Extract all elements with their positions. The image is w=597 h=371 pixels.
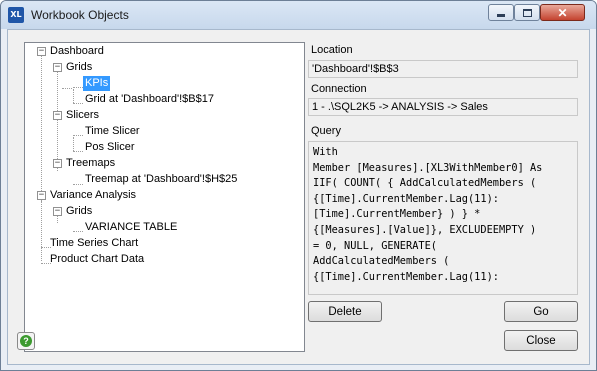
tree-connector	[73, 135, 83, 136]
tree-node-product-chart-data[interactable]: Product Chart Data	[50, 252, 144, 267]
tree-connector	[73, 137, 74, 151]
tree-connector	[73, 184, 83, 185]
tree-node-variance-table[interactable]: VARIANCE TABLE	[85, 220, 177, 235]
window-title: Workbook Objects	[31, 8, 129, 22]
go-button[interactable]: Go	[504, 301, 578, 322]
tree-connector	[62, 88, 72, 89]
collapse-icon[interactable]: −	[37, 47, 46, 56]
collapse-icon[interactable]: −	[53, 63, 62, 72]
tree-node-treemaps[interactable]: Treemaps	[66, 156, 115, 171]
location-label: Location	[311, 44, 353, 56]
tree-connector	[73, 103, 83, 104]
delete-button[interactable]: Delete	[308, 301, 382, 322]
help-button[interactable]: ?	[17, 332, 35, 350]
collapse-icon[interactable]: −	[53, 111, 62, 120]
tree-node-dashboard[interactable]: Dashboard	[50, 44, 104, 59]
tree-node-grids[interactable]: Grids	[66, 60, 92, 75]
tree-connector	[73, 151, 83, 152]
dialog-body: − Dashboard − Grids KPIs Grid at 'Dashbo…	[7, 29, 590, 365]
tree-connector	[57, 72, 58, 171]
maximize-button[interactable]	[514, 4, 540, 21]
tree-node-variance-analysis[interactable]: Variance Analysis	[50, 188, 136, 203]
objects-tree-view[interactable]: − Dashboard − Grids KPIs Grid at 'Dashbo…	[24, 42, 305, 352]
help-icon: ?	[20, 335, 32, 347]
connection-label: Connection	[311, 83, 367, 95]
excel-app-icon: XL	[8, 7, 24, 23]
tree-connector	[57, 216, 58, 223]
query-label: Query	[311, 125, 341, 137]
collapse-icon[interactable]: −	[53, 159, 62, 168]
tree-node-slicers[interactable]: Slicers	[66, 108, 99, 123]
close-window-button[interactable]: ✕	[540, 4, 585, 21]
tree-node-kpis[interactable]: KPIs	[83, 76, 111, 91]
close-icon: ✕	[557, 5, 568, 20]
query-textbox[interactable]: With Member [Measures].[XL3WithMember0] …	[308, 141, 578, 295]
close-button[interactable]: Close	[504, 330, 578, 351]
tree-connector	[41, 201, 42, 261]
connection-field: 1 - .\SQL2K5 -> ANALYSIS -> Sales	[308, 98, 578, 116]
minimize-button[interactable]	[488, 4, 514, 21]
tree-connector	[41, 56, 42, 201]
tree-connector	[73, 231, 83, 232]
tree-node-time-slicer[interactable]: Time Slicer	[85, 124, 140, 139]
tree-connector	[73, 87, 83, 88]
collapse-icon[interactable]: −	[53, 207, 62, 216]
tree-node-grid-at[interactable]: Grid at 'Dashboard'!$B$17	[85, 92, 214, 107]
workbook-objects-window: XL Workbook Objects ✕ − Dashboard − Grid…	[0, 0, 597, 371]
tree-connector	[73, 89, 74, 103]
tree-node-time-series-chart[interactable]: Time Series Chart	[50, 236, 138, 251]
title-bar[interactable]: XL Workbook Objects ✕	[1, 1, 596, 29]
tree-node-va-grids[interactable]: Grids	[66, 204, 92, 219]
tree-node-treemap-at[interactable]: Treemap at 'Dashboard'!$H$25	[85, 172, 237, 187]
collapse-icon[interactable]: −	[37, 191, 46, 200]
tree-node-pos-slicer[interactable]: Pos Slicer	[85, 140, 135, 155]
location-field: 'Dashboard'!$B$3	[308, 60, 578, 78]
maximize-icon	[522, 8, 532, 17]
minimize-icon	[497, 14, 505, 17]
